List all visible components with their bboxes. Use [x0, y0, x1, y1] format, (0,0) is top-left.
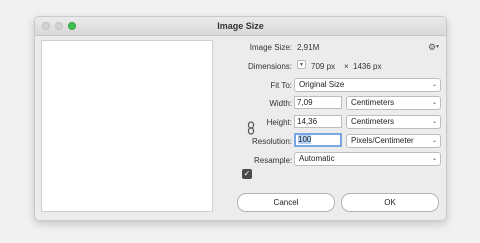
image-size-value: 2,91M — [297, 43, 320, 52]
resolution-unit-value: Pixels/Centimeter — [351, 136, 414, 145]
height-unit-select[interactable]: Centimeters ⌄ — [346, 115, 441, 129]
height-value: 14,36 — [297, 117, 318, 126]
resample-checkbox[interactable]: ✓ — [242, 169, 252, 179]
resolution-input[interactable]: 100 — [294, 133, 342, 147]
chevron-down-icon: ⌄ — [431, 100, 437, 106]
resolution-label: Resolution: — [251, 137, 292, 146]
dimensions-times: × — [344, 62, 349, 71]
fit-to-select[interactable]: Original Size ⌄ — [294, 78, 441, 92]
height-unit-value: Centimeters — [351, 117, 395, 126]
width-unit-select[interactable]: Centimeters ⌄ — [346, 96, 441, 110]
chevron-down-icon: ⌄ — [431, 119, 437, 125]
resolution-unit-select[interactable]: Pixels/Centimeter ⌄ — [346, 134, 441, 148]
dimensions-width: 709 px — [311, 62, 336, 71]
resample-label: Resample: — [254, 156, 293, 165]
chevron-down-icon: ▼ — [435, 44, 440, 50]
window-title: Image Size — [217, 21, 264, 31]
fit-to-label: Fit To: — [270, 81, 292, 90]
title-bar: Image Size — [35, 17, 446, 36]
height-label: Height: — [266, 118, 292, 127]
resample-value: Automatic — [299, 154, 335, 163]
resolution-value: 100 — [298, 135, 312, 144]
image-size-dialog: Image Size Image Size: 2,91M ⚙ ▼ Dimensi… — [34, 16, 447, 221]
ok-button[interactable]: OK — [341, 193, 439, 212]
width-value: 7,09 — [297, 98, 313, 107]
width-input[interactable]: 7,09 — [294, 96, 342, 109]
height-input[interactable]: 14,36 — [294, 115, 342, 128]
image-preview[interactable] — [41, 40, 213, 212]
dimensions-unit-dropdown[interactable]: ▼ — [297, 60, 306, 69]
chevron-down-icon: ▼ — [299, 62, 304, 68]
dimensions-height: 1436 px — [353, 62, 382, 71]
dimensions-label: Dimensions: — [247, 62, 292, 71]
image-size-label: Image Size: — [249, 43, 292, 52]
fit-to-value: Original Size — [299, 80, 345, 89]
chevron-down-icon: ⌄ — [431, 156, 437, 162]
width-label: Width: — [269, 99, 292, 108]
resample-select[interactable]: Automatic ⌄ — [294, 152, 441, 166]
chevron-down-icon: ⌄ — [431, 138, 437, 144]
chevron-down-icon: ⌄ — [431, 82, 437, 88]
checkmark-icon: ✓ — [243, 169, 251, 178]
cancel-button[interactable]: Cancel — [237, 193, 335, 212]
link-icon[interactable] — [247, 121, 255, 135]
width-unit-value: Centimeters — [351, 98, 395, 107]
